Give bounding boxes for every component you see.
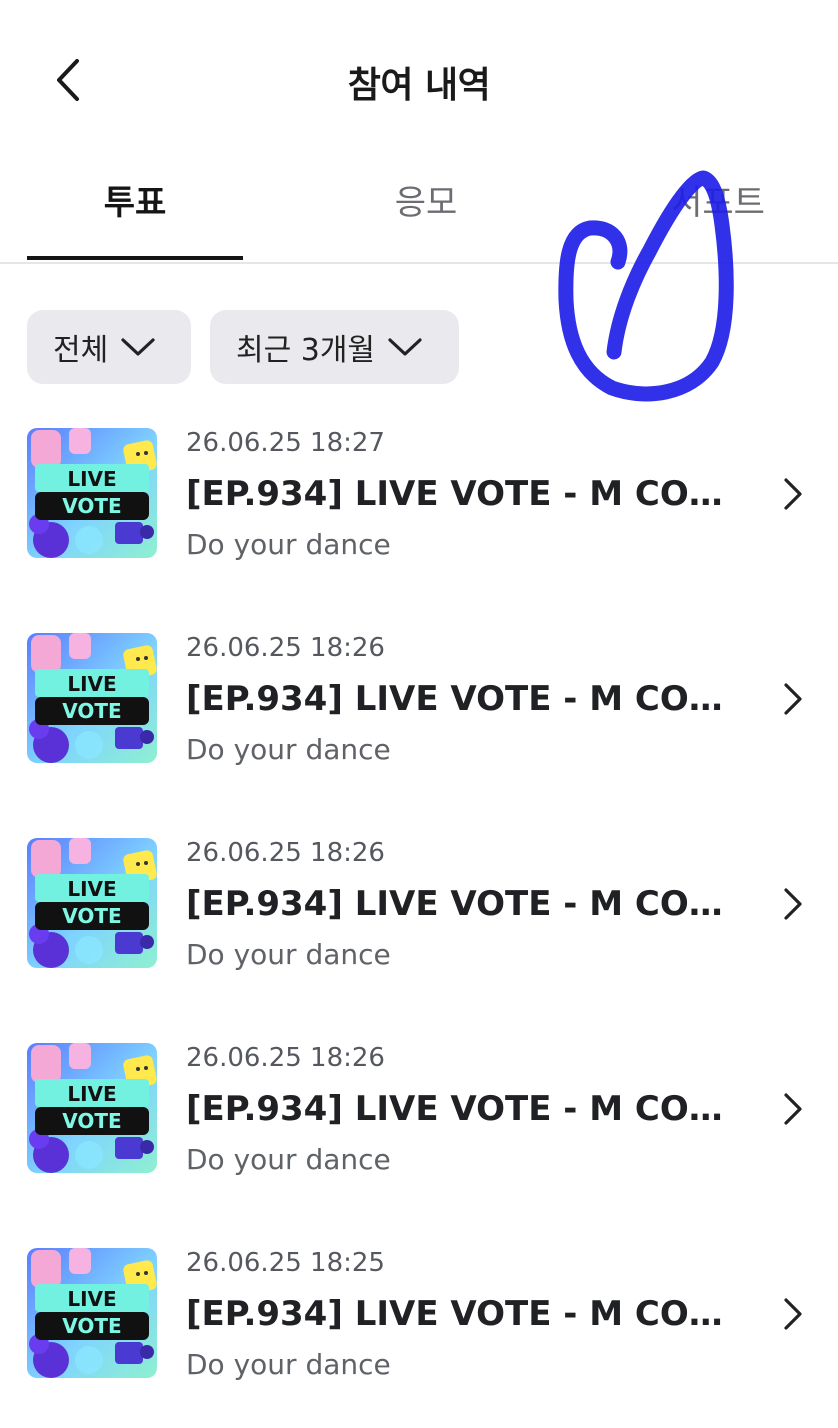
item-subtitle: Do your dance — [186, 733, 391, 766]
chevron-down-icon — [387, 336, 423, 358]
list-item[interactable]: LIVE VOTE 26.06.25 18:26 [EP.934] LIVE V… — [0, 838, 838, 978]
tab-apply[interactable]: 응모 — [318, 180, 534, 240]
item-title: [EP.934] LIVE VOTE - M COUNTDOWN — [186, 884, 746, 924]
thumb-text-vote: VOTE — [62, 1109, 121, 1133]
active-tab-indicator — [27, 256, 243, 260]
chevron-right-icon — [780, 476, 808, 512]
item-title: [EP.934] LIVE VOTE - M COUNTDOWN — [186, 474, 746, 514]
chevron-right-icon — [780, 681, 808, 717]
filter-type-label: 전체 — [53, 333, 109, 368]
thumb-text-live: LIVE — [67, 1082, 116, 1106]
chevron-right-icon — [780, 1091, 808, 1127]
live-vote-thumbnail: LIVE VOTE — [27, 838, 157, 968]
tab-support[interactable]: 서포트 — [610, 180, 826, 240]
header: 참여 내역 — [0, 0, 838, 160]
list-item[interactable]: LIVE VOTE 26.06.25 18:26 [EP.934] LIVE V… — [0, 1043, 838, 1183]
item-title: [EP.934] LIVE VOTE - M COUNTDOWN — [186, 1089, 746, 1129]
chevron-right-icon — [780, 886, 808, 922]
thumb-text-vote: VOTE — [62, 699, 121, 723]
live-vote-thumbnail: LIVE VOTE — [27, 633, 157, 763]
live-vote-thumbnail: LIVE VOTE — [27, 1248, 157, 1378]
item-date: 26.06.25 18:26 — [186, 633, 385, 663]
thumb-text-vote: VOTE — [62, 494, 121, 518]
chevron-down-icon — [120, 336, 156, 358]
filter-period-label: 최근 3개월 — [236, 333, 376, 368]
tab-vote[interactable]: 투표 — [27, 180, 243, 240]
item-subtitle: Do your dance — [186, 1143, 391, 1176]
filter-period-dropdown[interactable]: 최근 3개월 — [210, 310, 459, 384]
page-title: 참여 내역 — [347, 65, 491, 106]
thumb-text-live: LIVE — [67, 877, 116, 901]
item-date: 26.06.25 18:25 — [186, 1248, 385, 1278]
item-date: 26.06.25 18:27 — [186, 428, 385, 458]
thumb-text-vote: VOTE — [62, 1314, 121, 1338]
list-item[interactable]: LIVE VOTE 26.06.25 18:26 [EP.934] LIVE V… — [0, 633, 838, 773]
item-date: 26.06.25 18:26 — [186, 1043, 385, 1073]
thumb-text-vote: VOTE — [62, 904, 121, 928]
thumb-text-live: LIVE — [67, 672, 116, 696]
tab-bar: 투표 응모 서포트 — [0, 160, 838, 264]
item-title: [EP.934] LIVE VOTE - M COUNTDOWN — [186, 1294, 746, 1334]
thumb-text-live: LIVE — [67, 467, 116, 491]
thumb-text-live: LIVE — [67, 1287, 116, 1311]
item-subtitle: Do your dance — [186, 1348, 391, 1381]
list-item[interactable]: LIVE VOTE 26.06.25 18:25 [EP.934] LIVE V… — [0, 1248, 838, 1388]
item-subtitle: Do your dance — [186, 938, 391, 971]
live-vote-thumbnail: LIVE VOTE — [27, 428, 157, 558]
chevron-right-icon — [780, 1296, 808, 1332]
item-title: [EP.934] LIVE VOTE - M COUNTDOWN — [186, 679, 746, 719]
list-item[interactable]: LIVE VOTE 26.06.25 18:27 [EP.934] LIVE V… — [0, 428, 838, 568]
item-date: 26.06.25 18:26 — [186, 838, 385, 868]
live-vote-thumbnail: LIVE VOTE — [27, 1043, 157, 1173]
item-subtitle: Do your dance — [186, 528, 391, 561]
page: 참여 내역 투표 응모 서포트 전체 최근 3개월 LIVE VOTE 26.0… — [0, 0, 838, 1428]
filter-type-dropdown[interactable]: 전체 — [27, 310, 191, 384]
